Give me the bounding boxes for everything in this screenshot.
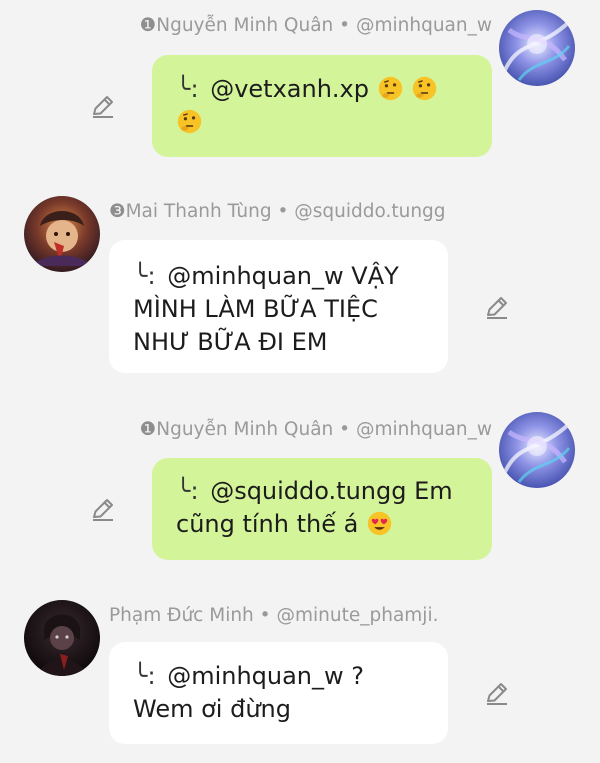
separator-dot: •	[333, 15, 356, 36]
message-author-line: ❸Mai Thanh Tùng • @squiddo.tungg	[109, 200, 446, 224]
message-bubble[interactable]: ╰: @minhquan_w VẬY MÌNH LÀM BỮA TIỆC NHƯ…	[109, 240, 448, 373]
pencil-edit-icon[interactable]	[484, 680, 510, 706]
rank-badge: ❶	[139, 419, 157, 440]
avatar[interactable]	[24, 196, 100, 272]
author-handle[interactable]: @minhquan_w	[356, 419, 492, 440]
reply-indicator: ╰:	[176, 75, 199, 103]
rank-badge: ❸	[109, 201, 126, 222]
pencil-edit-icon[interactable]	[90, 496, 116, 522]
author-name[interactable]: Mai Thanh Tùng	[126, 201, 272, 222]
message-text: @vetxanh.xp	[210, 75, 369, 103]
message-item: ❶Nguyễn Minh Quân • @minhquan_w ╰:	[0, 0, 600, 180]
separator-dot: •	[253, 605, 277, 626]
avatar[interactable]	[499, 10, 575, 86]
author-handle[interactable]: @minhquan_w	[356, 15, 492, 36]
reply-indicator: ╰:	[133, 262, 156, 290]
message-author-line: ❶Nguyễn Minh Quân • @minhquan_w	[140, 418, 492, 442]
message-text: @squiddo.tungg Em cũng tính thế á	[176, 477, 453, 538]
author-name[interactable]: Nguyễn Minh Quân	[156, 15, 333, 36]
author-name[interactable]: Phạm Đức Minh	[109, 605, 254, 626]
thinking-face-emoji	[176, 108, 203, 135]
separator-dot: •	[271, 201, 295, 222]
message-item: ❶Nguyễn Minh Quân • @minhquan_w ╰:	[0, 400, 600, 580]
thinking-face-emoji	[377, 75, 404, 102]
pencil-edit-icon[interactable]	[484, 294, 510, 320]
message-bubble[interactable]: ╰: @vetxanh.xp	[152, 55, 492, 157]
reply-indicator: ╰:	[176, 477, 199, 505]
separator-dot: •	[333, 419, 356, 440]
avatar[interactable]	[499, 412, 575, 488]
thinking-face-emoji	[411, 75, 438, 102]
message-text: @minhquan_w ? Wem ơi đừng	[133, 662, 365, 723]
rank-badge: ❶	[139, 15, 157, 36]
reply-indicator: ╰:	[133, 662, 156, 690]
message-bubble[interactable]: ╰: @squiddo.tungg Em cũng tính thế á	[152, 458, 492, 560]
author-name[interactable]: Nguyễn Minh Quân	[156, 419, 333, 440]
chat-thread: ❶Nguyễn Minh Quân • @minhquan_w ╰: @vetx…	[0, 0, 600, 763]
avatar[interactable]	[24, 600, 100, 676]
pencil-edit-icon[interactable]	[90, 93, 116, 119]
message-item: ❸Mai Thanh Tùng • @squiddo.tungg ╰: @min…	[0, 190, 600, 390]
message-bubble[interactable]: ╰: @minhquan_w ? Wem ơi đừng	[109, 642, 448, 744]
message-text: @minhquan_w VẬY MÌNH LÀM BỮA TIỆC NHƯ BỮ…	[133, 262, 399, 356]
message-author-line: ❶Nguyễn Minh Quân • @minhquan_w	[140, 14, 492, 38]
message-item: Phạm Đức Minh • @minute_phamji. ╰: @minh…	[0, 590, 600, 763]
author-handle[interactable]: @squiddo.tungg	[294, 201, 445, 222]
message-author-line: Phạm Đức Minh • @minute_phamji.	[109, 604, 438, 628]
author-handle[interactable]: @minute_phamji.	[276, 605, 438, 626]
heart-eyes-face-emoji	[366, 510, 393, 537]
